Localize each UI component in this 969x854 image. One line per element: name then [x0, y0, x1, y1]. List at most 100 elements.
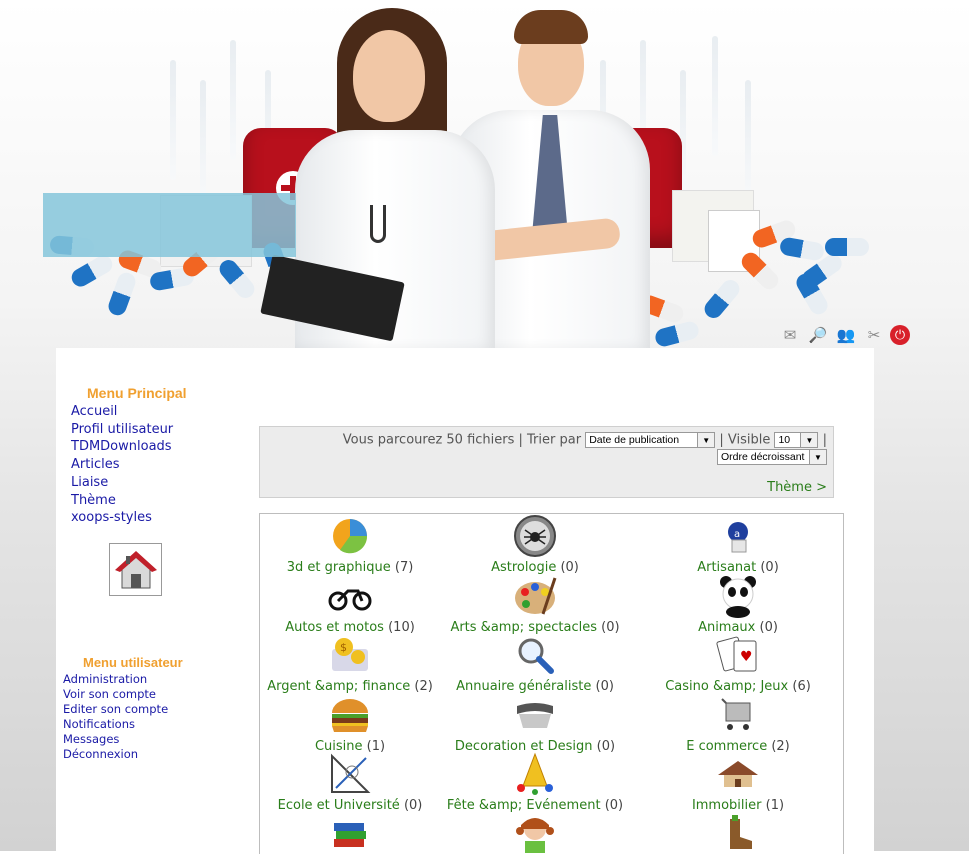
- category-label[interactable]: 3d et graphique (7): [260, 560, 445, 575]
- books-icon[interactable]: [328, 813, 372, 853]
- category-item[interactable]: [643, 813, 833, 853]
- category-label[interactable]: Autos et motos (10): [260, 620, 445, 635]
- menu-item-articles[interactable]: Articles: [71, 456, 173, 474]
- category-name[interactable]: Ecole et Université: [278, 798, 400, 813]
- category-count: (0): [601, 620, 620, 635]
- category-name[interactable]: Annuaire généraliste: [456, 679, 591, 694]
- users-icon[interactable]: 👥: [834, 323, 858, 347]
- theme-link[interactable]: Thème >: [767, 480, 827, 495]
- category-count: (0): [596, 739, 616, 754]
- user-menu-messages[interactable]: Messages: [63, 732, 168, 747]
- header-banner: ✉ 🔎 👥 ✂ ⏻: [0, 0, 969, 350]
- menu-item-accueil[interactable]: Accueil: [71, 403, 173, 421]
- category-item[interactable]: Annuaire généraliste (0): [440, 635, 630, 694]
- house-icon[interactable]: [716, 754, 760, 794]
- category-item[interactable]: 3d et graphique (7): [260, 516, 445, 575]
- category-item[interactable]: Fête &amp; Evénement (0): [440, 752, 630, 813]
- category-item[interactable]: $ Argent &amp; finance (2): [260, 635, 445, 694]
- order-select[interactable]: Ordre décroissant ▼: [717, 449, 827, 465]
- pie-chart-icon[interactable]: [328, 516, 372, 556]
- tools-icon[interactable]: ✂: [862, 323, 886, 347]
- browse-text: Vous parcourez 50 fichiers | Trier par: [342, 432, 582, 448]
- pipe-separator: |: [822, 432, 827, 448]
- category-name[interactable]: Casino &amp; Jeux: [665, 679, 788, 694]
- burger-icon[interactable]: [328, 695, 372, 735]
- sort-select[interactable]: Date de publication ▼: [585, 432, 716, 448]
- category-label[interactable]: Arts &amp; spectacles (0): [440, 620, 630, 635]
- user-menu-editer-compte[interactable]: Editer son compte: [63, 702, 168, 717]
- pill-decoration: [778, 236, 826, 262]
- home-icon[interactable]: [109, 543, 162, 596]
- power-icon[interactable]: ⏻: [890, 325, 910, 345]
- category-label[interactable]: Argent &amp; finance (2): [260, 679, 445, 694]
- search-doc-icon[interactable]: 🔎: [806, 323, 830, 347]
- menu-item-tdmdownloads[interactable]: TDMDownloads: [71, 438, 173, 456]
- menu-item-liaise[interactable]: Liaise: [71, 474, 173, 492]
- user-menu-deconnexion[interactable]: Déconnexion: [63, 747, 168, 762]
- visible-select-value: 10: [778, 434, 791, 446]
- motorbike-icon[interactable]: [328, 576, 372, 616]
- syringe-decoration: [170, 60, 176, 180]
- category-item[interactable]: Ecole et Université (0): [260, 753, 445, 813]
- user-menu-voir-compte[interactable]: Voir son compte: [63, 687, 168, 702]
- banner-blue-band: [43, 193, 296, 257]
- money-icon[interactable]: $: [328, 635, 372, 675]
- category-name[interactable]: 3d et graphique: [287, 560, 391, 575]
- category-item[interactable]: [260, 813, 445, 853]
- category-item[interactable]: Arts &amp; spectacles (0): [440, 576, 630, 635]
- category-item[interactable]: [440, 813, 630, 853]
- main-panel: Menu Principal Accueil Profil utilisateu…: [56, 348, 874, 854]
- spider-icon[interactable]: [513, 515, 557, 557]
- magnifier-icon[interactable]: [513, 635, 557, 675]
- category-name[interactable]: Astrologie: [491, 560, 556, 575]
- category-item[interactable]: Animaux (0): [643, 576, 833, 635]
- category-label[interactable]: E commerce (2): [643, 739, 833, 754]
- drafting-tools-icon[interactable]: [328, 753, 372, 794]
- sort-row: Vous parcourez 50 fichiers | Trier par D…: [343, 432, 827, 448]
- category-name[interactable]: Argent &amp; finance: [267, 679, 410, 694]
- envelope-icon[interactable]: ✉: [778, 323, 802, 347]
- category-count: (0): [560, 560, 579, 575]
- menu-item-profil[interactable]: Profil utilisateur: [71, 421, 173, 439]
- shopping-cart-icon[interactable]: [716, 695, 760, 735]
- category-label[interactable]: Casino &amp; Jeux (6): [643, 679, 833, 694]
- design-chair-icon[interactable]: [513, 695, 557, 735]
- category-label[interactable]: Artisanat (0): [643, 560, 833, 575]
- category-item[interactable]: E commerce (2): [643, 695, 833, 754]
- sort-select-value: Date de publication: [589, 434, 680, 446]
- visible-select[interactable]: 10 ▼: [774, 432, 819, 448]
- category-name[interactable]: Immobilier: [692, 798, 762, 813]
- category-name[interactable]: Arts &amp; spectacles: [450, 620, 597, 635]
- category-item[interactable]: Decoration et Design (0): [440, 695, 630, 754]
- palette-icon[interactable]: [513, 576, 557, 616]
- category-item[interactable]: a Artisanat (0): [643, 516, 833, 575]
- craft-icon[interactable]: a: [716, 516, 760, 556]
- category-grid: 3d et graphique (7) Astrologie (0) a Artisa…: [259, 513, 844, 854]
- category-item[interactable]: Autos et motos (10): [260, 576, 445, 635]
- category-name[interactable]: E commerce: [686, 739, 767, 754]
- category-label[interactable]: Astrologie (0): [440, 560, 630, 575]
- svg-text:$: $: [340, 641, 347, 654]
- boot-icon[interactable]: [716, 813, 760, 853]
- panda-icon[interactable]: [716, 576, 760, 618]
- category-label[interactable]: Fête &amp; Evénement (0): [440, 798, 630, 813]
- category-label[interactable]: Annuaire généraliste (0): [440, 679, 630, 694]
- pill-decoration: [106, 270, 138, 318]
- category-name[interactable]: Fête &amp; Evénement: [447, 798, 601, 813]
- menu-item-xoops-styles[interactable]: xoops-styles: [71, 509, 173, 527]
- category-name[interactable]: Autos et motos: [285, 620, 384, 635]
- category-item[interactable]: Astrologie (0): [440, 515, 630, 575]
- user-menu-administration[interactable]: Administration: [63, 672, 168, 687]
- playing-cards-icon[interactable]: ♥: [716, 635, 760, 675]
- user-menu-notifications[interactable]: Notifications: [63, 717, 168, 732]
- category-item[interactable]: Immobilier (1): [643, 754, 833, 813]
- category-label[interactable]: Immobilier (1): [643, 798, 833, 813]
- order-row: Ordre décroissant ▼: [717, 449, 827, 465]
- category-label[interactable]: Ecole et Université (0): [260, 798, 445, 813]
- category-item[interactable]: Cuisine (1): [260, 695, 445, 754]
- girl-icon[interactable]: [513, 813, 557, 853]
- category-name[interactable]: Artisanat: [697, 560, 756, 575]
- category-item[interactable]: ♥ Casino &amp; Jeux (6): [643, 635, 833, 694]
- menu-item-theme[interactable]: Thème: [71, 492, 173, 510]
- party-icon[interactable]: [513, 752, 557, 795]
